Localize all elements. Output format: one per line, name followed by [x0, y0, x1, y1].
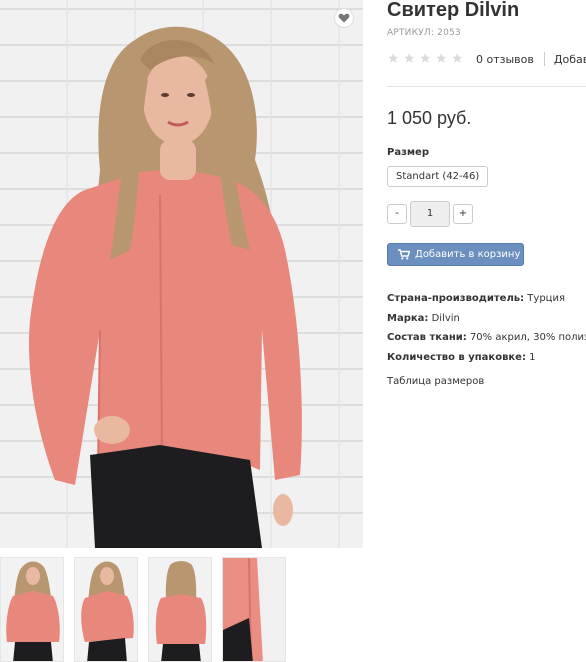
- thumbnail-strip: [0, 557, 363, 662]
- reviews-link[interactable]: 0 отзывов: [476, 53, 534, 66]
- spec-label: Состав ткани:: [387, 332, 467, 343]
- model-illustration: [29, 26, 302, 548]
- divider: [543, 52, 545, 66]
- star-icon[interactable]: ★: [403, 52, 416, 66]
- star-icon[interactable]: ★: [451, 52, 464, 66]
- rating-stars[interactable]: ★ ★ ★ ★ ★: [387, 52, 464, 66]
- thumbnail-hand-on-hip: [75, 558, 137, 661]
- rating-row: ★ ★ ★ ★ ★ 0 отзывов Добавить: [387, 51, 586, 67]
- spec-row: Состав ткани: 70% акрил, 30% полиэстер: [387, 328, 586, 348]
- product-specs: Страна-производитель: Турция Марка: Dilv…: [387, 289, 586, 367]
- product-price: 1 050 руб.: [387, 108, 472, 128]
- spec-label: Количество в упаковке:: [387, 351, 526, 363]
- spec-row: Количество в упаковке: 1: [387, 348, 586, 368]
- thumbnail-1[interactable]: [0, 557, 64, 662]
- star-icon[interactable]: ★: [419, 52, 432, 66]
- spec-value: 1: [529, 351, 536, 363]
- thumbnail-front: [1, 558, 63, 661]
- thumbnail-back: [149, 558, 211, 661]
- star-icon[interactable]: ★: [387, 52, 400, 66]
- spec-row: Марка: Dilvin: [387, 309, 586, 329]
- spec-label: Страна-производитель:: [387, 293, 525, 304]
- thumbnail-2[interactable]: [74, 557, 138, 662]
- product-sku: АРТИКУЛ: 2053: [387, 28, 461, 38]
- quantity-decrease-button[interactable]: -: [387, 204, 407, 224]
- spec-value: Dilvin: [431, 312, 460, 324]
- favorite-button[interactable]: [334, 8, 354, 28]
- quantity-increase-button[interactable]: +: [453, 204, 473, 224]
- thumbnail-detail: [223, 558, 285, 661]
- size-option[interactable]: Standart (42-46): [387, 166, 489, 187]
- spec-label: Марка:: [387, 312, 429, 324]
- divider: [387, 86, 586, 87]
- heart-icon: [338, 13, 350, 23]
- add-to-cart-button[interactable]: Добавить в корзину: [387, 243, 524, 266]
- add-to-cart-label: Добавить в корзину: [415, 249, 521, 260]
- thumbnail-3[interactable]: [148, 557, 212, 662]
- size-table-link[interactable]: Таблица размеров: [387, 376, 484, 387]
- product-title: Свитер Dilvin: [387, 0, 520, 21]
- cart-icon: [398, 249, 410, 260]
- add-review-link[interactable]: Добавить: [554, 53, 586, 66]
- star-icon[interactable]: ★: [435, 52, 448, 66]
- main-product-photo[interactable]: [0, 0, 363, 548]
- spec-value: Турция: [527, 293, 565, 304]
- spec-row: Страна-производитель: Турция: [387, 289, 586, 309]
- thumbnail-4[interactable]: [222, 557, 286, 662]
- size-label: Размер: [387, 147, 430, 158]
- product-info-panel: Свитер Dilvin АРТИКУЛ: 2053 ★ ★ ★ ★ ★ 0 …: [387, 0, 586, 662]
- spec-value: 70% акрил, 30% полиэстер: [469, 332, 586, 343]
- quantity-stepper: - 1 +: [387, 201, 473, 227]
- quantity-input[interactable]: 1: [410, 201, 450, 227]
